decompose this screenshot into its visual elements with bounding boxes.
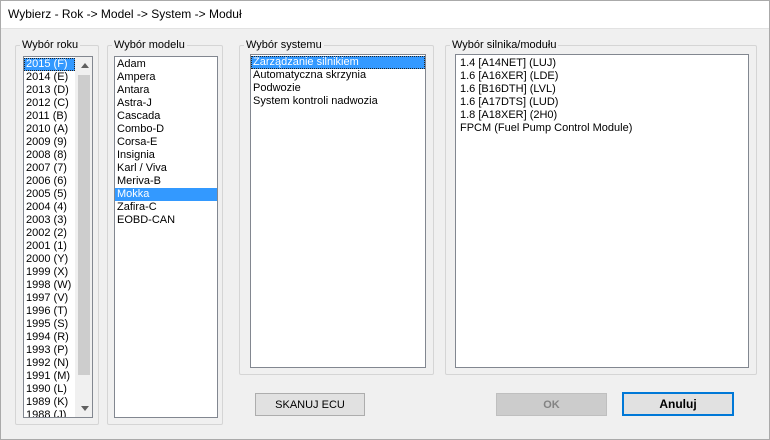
engine-listbox[interactable]: 1.4 [A14NET] (LUJ) 1.6 [A16XER] (LDE) 1.6 … <box>455 54 749 368</box>
system-list-item[interactable]: System kontroli nadwozia <box>251 95 425 108</box>
year-list-item[interactable]: 2002 (2) <box>24 227 75 240</box>
year-list-item[interactable]: 2006 (6) <box>24 175 75 188</box>
year-list-item[interactable]: 2010 (A) <box>24 123 75 136</box>
model-items: Adam Ampera Antara Astra-J Cascada Combo-D Cor… <box>115 57 217 227</box>
model-list-item[interactable]: Zafira-C <box>115 201 217 214</box>
scroll-up-button[interactable] <box>76 57 92 74</box>
year-listbox[interactable]: 2015 (F) 2014 (E) 2013 (D) 2012 (C) 2011 (B)… <box>23 56 93 418</box>
year-list-item[interactable]: 1991 (M) <box>24 370 75 383</box>
engine-list-item[interactable]: 1.4 [A14NET] (LUJ) <box>458 57 748 70</box>
year-list-item[interactable]: 2014 (E) <box>24 71 75 84</box>
ok-button[interactable]: OK <box>496 393 607 416</box>
year-list-item[interactable]: 2012 (C) <box>24 97 75 110</box>
year-list-item[interactable]: 1989 (K) <box>24 396 75 409</box>
year-list-item[interactable]: 1998 (W) <box>24 279 75 292</box>
system-list-item[interactable]: Podwozie <box>251 82 425 95</box>
model-list-item[interactable]: Karl / Viva <box>115 162 217 175</box>
chevron-down-icon <box>80 406 89 411</box>
model-list-item[interactable]: Cascada <box>115 110 217 123</box>
model-list-item[interactable]: Adam <box>115 58 217 71</box>
model-list-item[interactable]: Ampera <box>115 71 217 84</box>
system-list-item[interactable]: Automatyczna skrzynia <box>251 69 425 82</box>
year-list-item[interactable]: 2001 (1) <box>24 240 75 253</box>
engine-list-item[interactable]: 1.6 [A17DTS] (LUD) <box>458 96 748 109</box>
year-list-item[interactable]: 2009 (9) <box>24 136 75 149</box>
year-group-label: Wybór roku <box>20 38 81 52</box>
model-list-item[interactable]: EOBD-CAN <box>115 214 217 227</box>
model-list-item[interactable]: Antara <box>115 84 217 97</box>
scan-ecu-button[interactable]: SKANUJ ECU <box>255 393 365 416</box>
engine-list-item[interactable]: FPCM (Fuel Pump Control Module) <box>458 122 748 135</box>
year-list-item[interactable]: 1994 (R) <box>24 331 75 344</box>
engine-group-label: Wybór silnika/modułu <box>450 38 559 52</box>
engine-items: 1.4 [A14NET] (LUJ) 1.6 [A16XER] (LDE) 1.6 … <box>456 55 748 135</box>
title-bar: Wybierz - Rok -> Model -> System -> Modu… <box>1 1 769 29</box>
engine-list-item[interactable]: 1.6 [B16DTH] (LVL) <box>458 83 748 96</box>
year-list-item[interactable]: 1995 (S) <box>24 318 75 331</box>
model-list-item[interactable]: Combo-D <box>115 123 217 136</box>
year-group: Wybór roku 2015 (F) 2014 (E) 2013 (D) 2012 … <box>15 38 99 425</box>
model-list-item[interactable]: Astra-J <box>115 97 217 110</box>
year-list-item[interactable]: 2005 (5) <box>24 188 75 201</box>
year-list-item[interactable]: 2004 (4) <box>24 201 75 214</box>
system-list-item[interactable]: Zarządzanie silnikiem <box>251 56 425 69</box>
year-list-item[interactable]: 2003 (3) <box>24 214 75 227</box>
chevron-up-icon <box>80 63 89 68</box>
year-list-item[interactable]: 1997 (V) <box>24 292 75 305</box>
engine-group: Wybór silnika/modułu 1.4 [A14NET] (LUJ) 1… <box>445 38 757 375</box>
model-listbox[interactable]: Adam Ampera Antara Astra-J Cascada Combo-D Cor… <box>114 56 218 418</box>
model-group: Wybór modelu Adam Ampera Antara Astra-J Casc… <box>107 38 223 425</box>
scroll-thumb[interactable] <box>78 75 90 375</box>
year-list-item[interactable]: 2007 (7) <box>24 162 75 175</box>
system-items: Zarządzanie silnikiem Automatyczna skrzyn… <box>251 55 425 108</box>
year-scrollbar[interactable] <box>75 57 92 417</box>
model-list-item[interactable]: Meriva-B <box>115 175 217 188</box>
model-group-label: Wybór modelu <box>112 38 187 52</box>
model-list-item[interactable]: Mokka <box>115 188 217 201</box>
year-list-item[interactable]: 2000 (Y) <box>24 253 75 266</box>
model-list-item[interactable]: Corsa-E <box>115 136 217 149</box>
year-list-item[interactable]: 1990 (L) <box>24 383 75 396</box>
cancel-button[interactable]: Anuluj <box>622 392 734 416</box>
window-title: Wybierz - Rok -> Model -> System -> Modu… <box>8 7 242 21</box>
dialog-window: Wybierz - Rok -> Model -> System -> Modu… <box>0 0 770 440</box>
engine-list-item[interactable]: 1.8 [A18XER] (2H0) <box>458 109 748 122</box>
year-list-item[interactable]: 1993 (P) <box>24 344 75 357</box>
year-list-item[interactable]: 2015 (F) <box>24 58 75 71</box>
year-list-item[interactable]: 1996 (T) <box>24 305 75 318</box>
year-list-item[interactable]: 2013 (D) <box>24 84 75 97</box>
year-list-item[interactable]: 1999 (X) <box>24 266 75 279</box>
model-list-item[interactable]: Insignia <box>115 149 217 162</box>
year-list-item[interactable]: 1992 (N) <box>24 357 75 370</box>
engine-list-item[interactable]: 1.6 [A16XER] (LDE) <box>458 70 748 83</box>
system-group: Wybór systemu Zarządzanie silnikiem Autom… <box>239 38 434 375</box>
scroll-down-button[interactable] <box>76 400 92 417</box>
system-group-label: Wybór systemu <box>244 38 324 52</box>
year-list-item[interactable]: 2011 (B) <box>24 110 75 123</box>
year-list-item[interactable]: 1988 (J) <box>24 409 75 417</box>
year-list-item[interactable]: 2008 (8) <box>24 149 75 162</box>
system-listbox[interactable]: Zarządzanie silnikiem Automatyczna skrzyn… <box>250 54 426 368</box>
